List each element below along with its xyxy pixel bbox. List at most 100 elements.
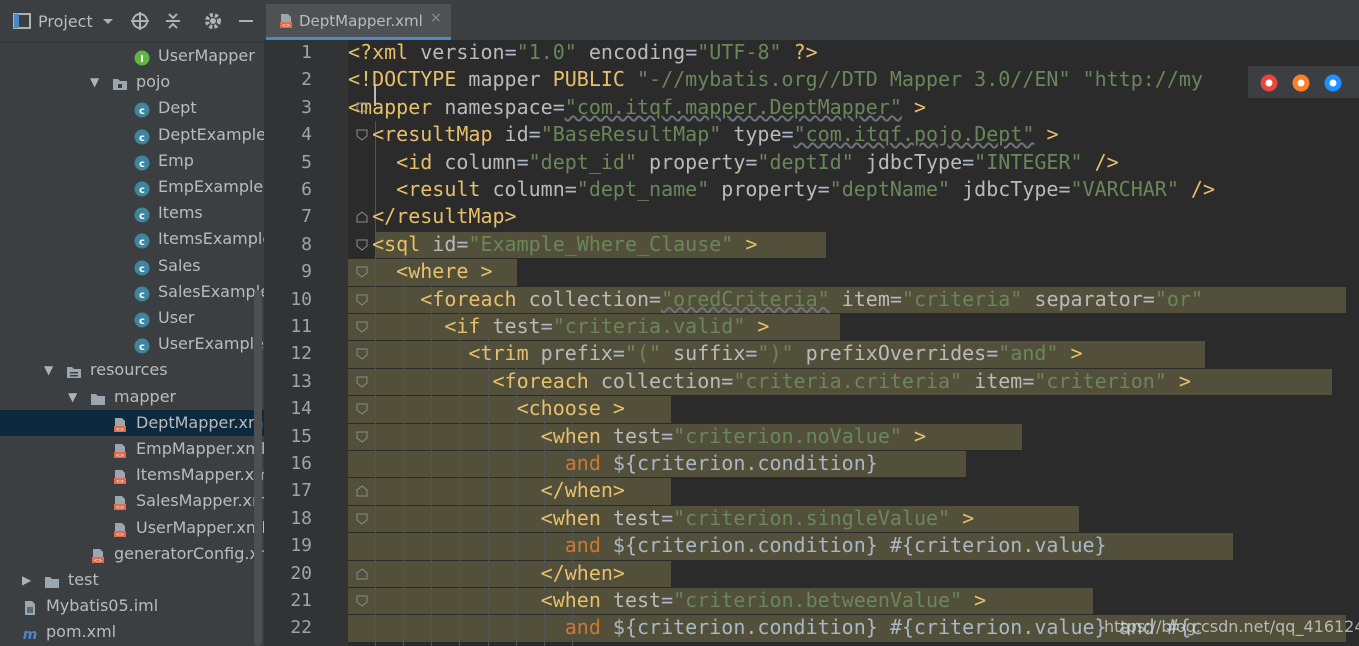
code-line: </resultMap> [348, 203, 517, 230]
minimize-icon[interactable] [236, 11, 256, 31]
code-line: <when test="criterion.singleValue" > [348, 505, 975, 532]
fold-marker-icon[interactable] [356, 376, 368, 388]
iml-file-icon [22, 598, 38, 616]
tree-scrollbar[interactable] [254, 290, 262, 646]
fold-marker-icon[interactable] [356, 403, 368, 415]
svg-text:c: c [139, 342, 145, 353]
code-token: <trim [348, 341, 541, 366]
tree-item-label: UserExample [158, 334, 264, 354]
fold-marker-icon[interactable] [356, 513, 368, 525]
project-panel: Project I UserMapper ▼ pojo c Dept c DeptExampl… [0, 0, 264, 646]
code-token: > [612, 396, 625, 421]
code-line: <resultMap id="BaseResultMap" type="com.… [348, 121, 1058, 148]
code-token: and [348, 451, 613, 475]
tree-item[interactable]: ▶ test [0, 567, 264, 593]
gear-icon[interactable] [203, 11, 223, 31]
fold-marker-icon[interactable] [356, 567, 368, 580]
svg-text:c: c [139, 106, 145, 117]
code-token: = [661, 588, 674, 612]
code-token: = [552, 94, 565, 119]
tree-item-label: test [68, 570, 99, 589]
tree-item[interactable]: Mybatis05.iml [0, 593, 264, 619]
code-token: </when> [348, 478, 625, 503]
tree-item[interactable]: <> UserMapper.xml [0, 515, 264, 541]
firefox-icon[interactable] [1292, 74, 1310, 92]
tree-item[interactable]: c DeptExample [0, 122, 264, 148]
tree-item[interactable]: <> SalesMapper.xml [0, 488, 264, 514]
line-number: 11 [290, 316, 312, 337]
tree-item[interactable]: c UserExample [0, 331, 264, 357]
fold-marker-icon[interactable] [356, 239, 368, 251]
tree-item[interactable]: ▼ pojo [0, 69, 264, 95]
line-number: 16 [290, 453, 312, 474]
fold-marker-icon[interactable] [356, 129, 368, 141]
close-icon[interactable]: × [430, 10, 442, 26]
code-token: "http://my [1082, 67, 1203, 92]
chrome-icon[interactable] [1260, 74, 1278, 92]
chevron-down-icon[interactable]: ▼ [90, 69, 104, 95]
fold-marker-icon[interactable] [356, 102, 368, 114]
code-token: test [492, 314, 541, 338]
code-token: test [612, 423, 662, 448]
code-token: encoding [576, 40, 686, 64]
line-number: 14 [290, 398, 312, 420]
tree-item[interactable]: c Dept [0, 95, 264, 121]
chevron-down-icon[interactable]: ▼ [44, 357, 58, 383]
project-title[interactable]: Project [38, 12, 93, 31]
xml-file-icon: <> [112, 441, 128, 459]
fold-marker-icon[interactable] [356, 348, 368, 361]
fold-marker-icon[interactable] [356, 266, 368, 278]
class-icon: c [134, 284, 150, 302]
fold-marker-icon[interactable] [356, 211, 368, 223]
tree-item[interactable]: <> DeptMapper.xml [0, 409, 264, 436]
chevron-down-icon[interactable]: ▼ [68, 384, 82, 410]
tree-item[interactable]: m pom.xml [0, 619, 264, 645]
tree-item[interactable]: I UserMapper [0, 43, 264, 69]
code-line: <result column="dept_name" property="dep… [348, 176, 1215, 203]
chevron-right-icon[interactable]: ▶ [22, 567, 36, 593]
code-token: <id [348, 149, 445, 174]
crosshair-icon[interactable] [130, 11, 150, 31]
collapse-icon[interactable] [163, 11, 183, 31]
tree-item[interactable]: c ItemsExample [0, 226, 264, 252]
code-token: = [528, 122, 541, 147]
tree-item[interactable]: c Sales [0, 253, 264, 279]
code-token: jdbcType [853, 149, 963, 174]
project-view-icon[interactable] [12, 11, 32, 31]
editor-tab-bar: <> DeptMapper.xml × [264, 0, 1359, 41]
tree-item[interactable]: c Items [0, 200, 264, 226]
code-token: and [348, 533, 613, 558]
code-token: xml [372, 40, 421, 64]
line-number: 17 [290, 480, 312, 502]
code-token: ${criterion.condition} [612, 451, 878, 475]
tree-item[interactable]: c EmpExample [0, 174, 264, 200]
tree-item[interactable]: c Emp [0, 148, 264, 174]
fold-marker-icon[interactable] [356, 485, 368, 497]
tree-item[interactable]: <> generatorConfig.xml [0, 541, 264, 567]
tree-item-label: ItemsExample [158, 229, 264, 249]
xml-file-icon: <> [280, 14, 292, 29]
fold-marker-icon[interactable] [356, 321, 368, 333]
code-token: ?> [781, 40, 818, 64]
fold-marker-icon[interactable] [356, 431, 368, 443]
code-token: "UTF-8" [697, 40, 782, 64]
fold-marker-icon[interactable] [356, 595, 368, 607]
code-line: and ${criterion.condition} [348, 450, 878, 477]
tree-item[interactable]: <> EmpMapper.xml [0, 436, 264, 462]
code-editor[interactable]: <?xml version="1.0" encoding="UTF-8" ?> <… [348, 40, 1359, 646]
tree-item[interactable]: c User [0, 305, 264, 331]
class-icon: c [134, 127, 150, 145]
safari-icon[interactable] [1324, 74, 1342, 92]
tree-item[interactable]: ▼ resources [0, 357, 264, 383]
tab-deptmapper-xml[interactable]: <> DeptMapper.xml × [266, 4, 451, 40]
fold-marker-icon[interactable] [356, 294, 368, 306]
tree-item-label: resources [90, 360, 168, 380]
code-token: = [685, 40, 698, 64]
code-token: <when [348, 423, 613, 448]
tree-item[interactable]: ▼ mapper [0, 384, 264, 410]
code-token: = [564, 177, 577, 201]
code-token: = [661, 423, 674, 448]
chevron-down-icon[interactable] [98, 11, 118, 31]
tree-item[interactable]: c SalesExample [0, 279, 264, 305]
tree-item[interactable]: <> ItemsMapper.xml [0, 462, 264, 488]
